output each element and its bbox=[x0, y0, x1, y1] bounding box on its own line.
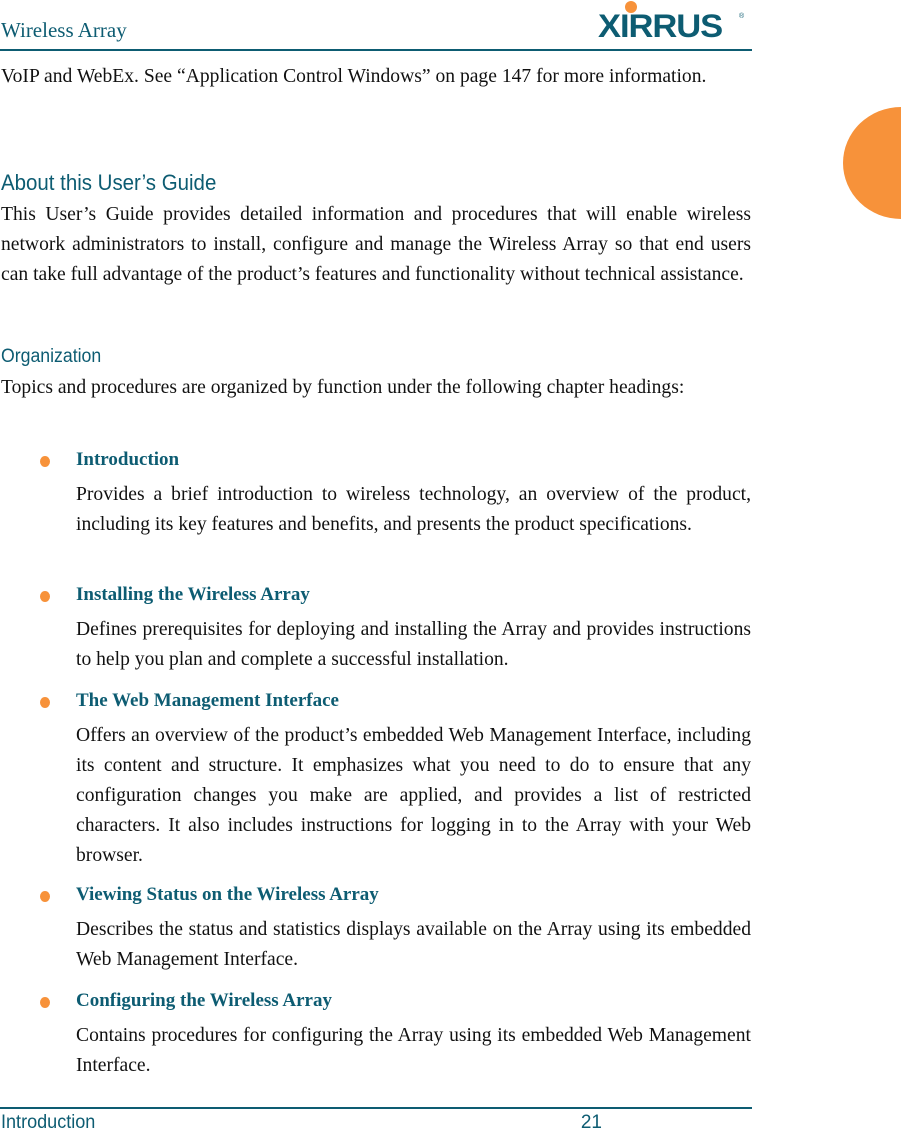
footer-divider bbox=[0, 1107, 752, 1109]
footer-chapter-name: Introduction bbox=[1, 1112, 96, 1133]
chapter-description: Provides a brief introduction to wireles… bbox=[76, 484, 751, 535]
chapter-title: The Web Management Interface bbox=[76, 690, 339, 711]
registered-mark: ® bbox=[739, 13, 745, 20]
chapter-description: Contains procedures for configuring the … bbox=[76, 1025, 751, 1076]
chapter-description: Defines prerequisites for deploying and … bbox=[76, 619, 751, 670]
bullet-icon bbox=[40, 456, 50, 467]
chapter-title: Viewing Status on the Wireless Array bbox=[76, 884, 379, 905]
bullet-icon bbox=[40, 997, 50, 1008]
intro-continuation-paragraph: VoIP and WebEx. See “Application Control… bbox=[1, 66, 707, 87]
running-header: Wireless Array XIRRUS ® bbox=[0, 0, 752, 52]
chapter-title: Installing the Wireless Array bbox=[76, 584, 310, 605]
chapter-title: Configuring the Wireless Array bbox=[76, 990, 332, 1011]
header-title: Wireless Array bbox=[1, 18, 127, 42]
chapter-description: Offers an overview of the product’s embe… bbox=[76, 725, 751, 866]
chapter-description: Describes the status and statistics disp… bbox=[76, 919, 751, 970]
footer-page-number: 21 bbox=[580, 1112, 602, 1133]
chapter-tab-marker bbox=[843, 107, 901, 219]
bullet-icon bbox=[40, 591, 50, 602]
subsection-heading: Organization bbox=[1, 346, 102, 367]
xirrus-logo: XIRRUS ® bbox=[598, 0, 748, 42]
chapter-title: Introduction bbox=[76, 449, 180, 470]
subsection-paragraph: Topics and procedures are organized by f… bbox=[1, 377, 685, 398]
bullet-icon bbox=[40, 697, 50, 708]
header-divider bbox=[0, 49, 752, 51]
section-heading: About this User’s Guide bbox=[1, 170, 217, 195]
logo-wordmark: XIRRUS bbox=[598, 8, 723, 44]
bullet-icon bbox=[40, 891, 50, 902]
section-paragraph: This User’s Guide provides detailed info… bbox=[1, 204, 751, 285]
